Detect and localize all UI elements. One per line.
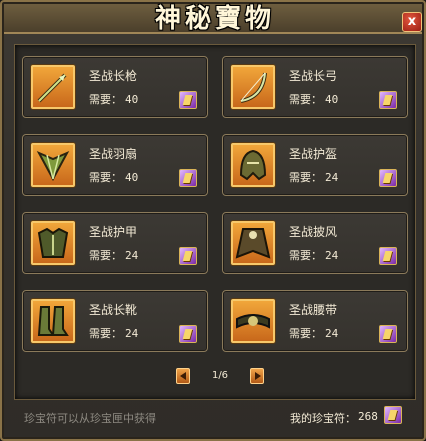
requirement-label: 需要： (289, 93, 322, 106)
item-name: 圣战披风 (289, 225, 338, 239)
item-card-spear[interactable]: 圣战长枪 需要： 40 (22, 56, 208, 118)
item-slot[interactable] (31, 299, 75, 343)
treasure-token-icon (379, 91, 397, 109)
prev-page-button[interactable] (176, 368, 190, 384)
item-card-belt[interactable]: 圣战腰带 需要： 24 (222, 290, 408, 352)
item-cost: 40 (125, 93, 139, 106)
item-card-cloak[interactable]: 圣战披风 需要： 24 (222, 212, 408, 274)
item-requirement: 需要： 40 (89, 91, 138, 107)
next-page-button[interactable] (250, 368, 264, 384)
treasure-token-icon (179, 325, 197, 343)
item-cost: 24 (325, 171, 339, 184)
item-card-boots[interactable]: 圣战长靴 需要： 24 (22, 290, 208, 352)
item-requirement: 需要： 24 (89, 247, 138, 263)
belt-icon (236, 314, 270, 329)
bow-icon (240, 72, 267, 103)
item-name: 圣战长枪 (89, 69, 138, 83)
window-title: 神秘寶物 (154, 4, 275, 34)
treasure-token-icon (384, 406, 402, 424)
spear-icon (37, 73, 67, 103)
item-requirement: 需要： 24 (289, 247, 338, 263)
item-cost: 24 (125, 249, 139, 262)
item-requirement: 需要： 40 (89, 169, 138, 185)
requirement-label: 需要： (89, 327, 122, 340)
requirement-label: 需要： (289, 327, 322, 340)
treasure-token-icon (379, 325, 397, 343)
item-cost: 40 (325, 93, 339, 106)
chevron-right-icon (255, 372, 261, 380)
item-card-bow[interactable]: 圣战长弓 需要： 40 (222, 56, 408, 118)
treasure-token-icon (379, 169, 397, 187)
item-name: 圣战长弓 (289, 69, 338, 83)
item-name: 圣战护甲 (89, 225, 138, 239)
item-slot[interactable] (31, 143, 75, 187)
item-card-fan[interactable]: 圣战羽扇 需要： 40 (22, 134, 208, 196)
requirement-label: 需要： (289, 171, 322, 184)
item-cost: 24 (325, 249, 339, 262)
treasure-token-icon (179, 169, 197, 187)
item-requirement: 需要： 24 (89, 325, 138, 341)
item-requirement: 需要： 40 (289, 91, 338, 107)
item-name: 圣战腰带 (289, 303, 338, 317)
boots-icon (37, 306, 69, 336)
armor-icon (37, 227, 69, 258)
treasure-balance-label: 我的珍宝符： (290, 412, 356, 425)
item-requirement: 需要： 24 (289, 169, 338, 185)
item-cost: 24 (125, 327, 139, 340)
item-slot[interactable] (231, 65, 275, 109)
footer-hint: 珍宝符可以从珍宝匣中获得 (24, 412, 156, 425)
item-cost: 40 (125, 171, 139, 184)
chevron-left-icon (180, 372, 186, 380)
requirement-label: 需要： (289, 249, 322, 262)
helmet-icon (239, 149, 267, 181)
item-card-helmet[interactable]: 圣战护盔 需要： 24 (222, 134, 408, 196)
close-button[interactable]: x (402, 12, 422, 32)
item-slot[interactable] (231, 143, 275, 187)
item-slot[interactable] (31, 65, 75, 109)
item-name: 圣战长靴 (89, 303, 138, 317)
requirement-label: 需要： (89, 171, 122, 184)
requirement-label: 需要： (89, 93, 122, 106)
feather-fan-icon (36, 150, 70, 182)
item-name: 圣战羽扇 (89, 147, 138, 161)
treasure-balance-count: 268 (358, 410, 378, 423)
item-name: 圣战护盔 (289, 147, 338, 161)
item-slot[interactable] (31, 221, 75, 265)
item-slot[interactable] (231, 299, 275, 343)
cloak-icon (235, 228, 271, 259)
item-requirement: 需要： 24 (289, 325, 338, 341)
treasure-token-icon (179, 91, 197, 109)
requirement-label: 需要： (89, 249, 122, 262)
page-indicator: 1/6 (211, 370, 229, 381)
item-cost: 24 (325, 327, 339, 340)
item-card-armor[interactable]: 圣战护甲 需要： 24 (22, 212, 208, 274)
item-slot[interactable] (231, 221, 275, 265)
treasure-token-icon (379, 247, 397, 265)
treasure-window: 神秘寶物 x 圣战长枪 需要： 40 圣战长弓 需要： 40 圣战羽扇 需要： … (0, 0, 426, 441)
treasure-token-icon (179, 247, 197, 265)
